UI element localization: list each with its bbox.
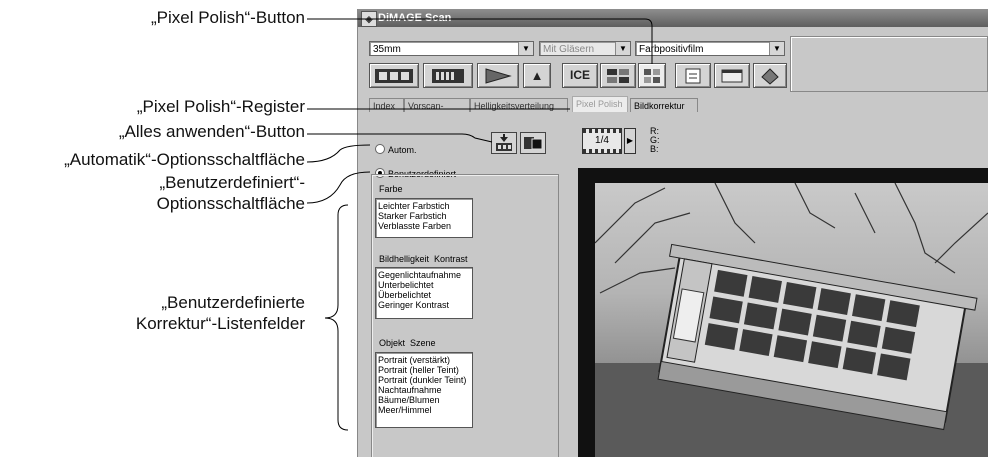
leader-lines <box>306 18 653 431</box>
